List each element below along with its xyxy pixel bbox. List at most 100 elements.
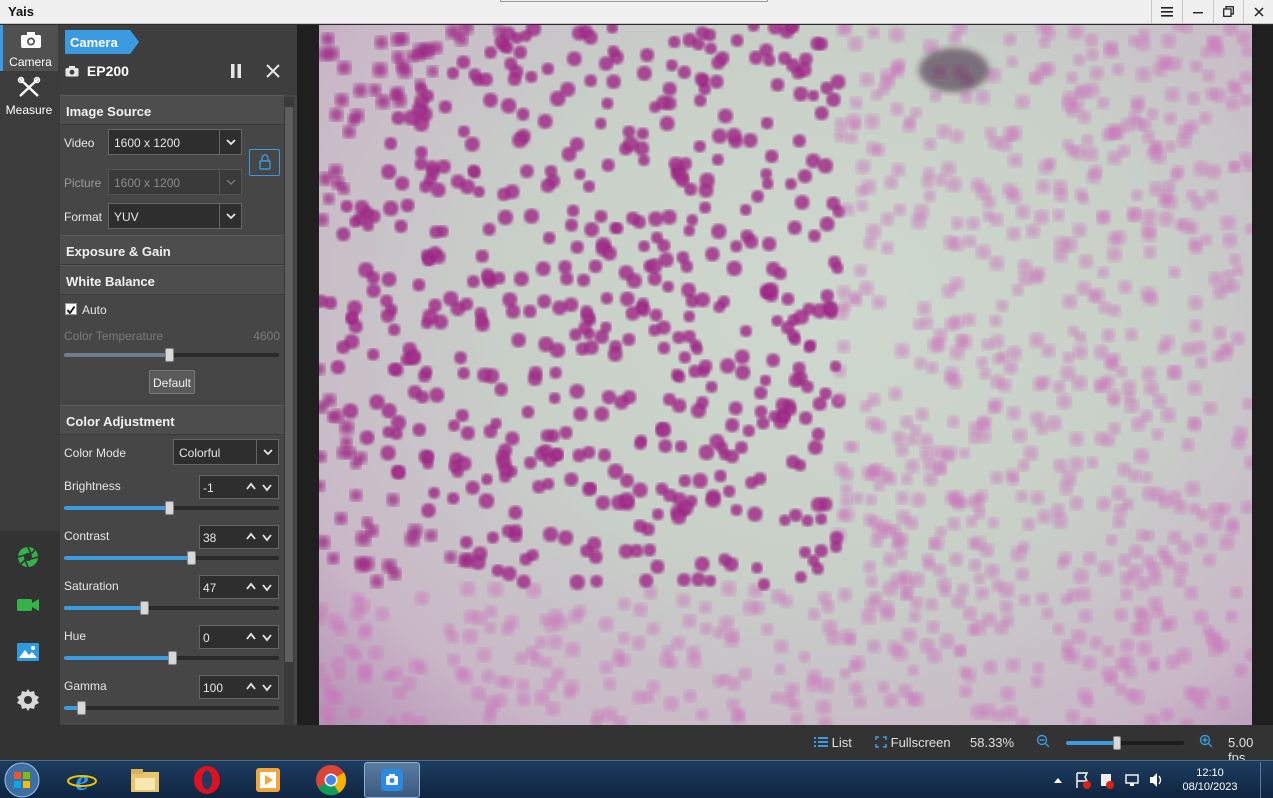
hue-stepper[interactable] (240, 626, 278, 648)
gamma-spinbox[interactable]: 100 (199, 675, 279, 699)
blood-cell (1129, 544, 1144, 559)
saturation-stepper[interactable] (240, 576, 278, 598)
slider-handle[interactable] (168, 651, 177, 665)
resolution-lock-button[interactable] (249, 149, 280, 176)
close-window-button[interactable] (1243, 0, 1273, 23)
blood-cell (521, 405, 535, 419)
section-exposure-gain[interactable]: Exposure & Gain (60, 235, 284, 265)
blood-cell (996, 299, 1009, 312)
blood-cell (543, 527, 559, 542)
blood-cell (494, 382, 508, 397)
blood-cell (735, 441, 748, 454)
fullscreen-button[interactable]: Fullscreen (875, 735, 951, 750)
image-gallery-button[interactable] (16, 640, 40, 664)
color-mode-select[interactable]: Colorful (173, 439, 279, 465)
nav-tab-measure[interactable]: Measure (0, 73, 58, 119)
blood-cell (962, 668, 977, 683)
scrollbar-thumb[interactable] (285, 107, 293, 662)
taskbar-camera-app[interactable] (364, 762, 420, 798)
section-image-source[interactable]: Image Source (60, 95, 284, 125)
taskbar-chrome[interactable] (303, 762, 359, 798)
gamma-stepper[interactable] (240, 676, 278, 698)
brightness-spinbox[interactable]: -1 (199, 475, 279, 499)
default-white-balance-button[interactable]: Default (149, 370, 195, 394)
start-button[interactable] (2, 761, 42, 798)
action-center-flag-icon[interactable] (1074, 761, 1092, 798)
blood-cell (1030, 675, 1044, 688)
hue-spinbox[interactable]: 0 (199, 625, 279, 649)
blood-cell (711, 56, 725, 70)
blood-cell (536, 261, 551, 276)
contrast-stepper[interactable] (240, 526, 278, 548)
brightness-stepper[interactable] (240, 476, 278, 498)
zoom-percentage: 58.33% (970, 735, 1015, 750)
blood-cell (766, 261, 781, 276)
blood-cell (849, 681, 863, 696)
blood-cell (1191, 196, 1206, 211)
taskbar-media-player[interactable] (240, 762, 296, 798)
blood-cell (1081, 134, 1094, 146)
contrast-spinbox[interactable]: 38 (199, 525, 279, 549)
blood-cell (1036, 179, 1051, 194)
zoom-out-button[interactable] (1036, 734, 1050, 751)
taskbar-ie[interactable]: e (54, 762, 110, 798)
blood-cell (514, 271, 529, 287)
aperture-button[interactable] (16, 545, 40, 569)
close-camera-button[interactable] (265, 63, 281, 82)
taskbar-opera[interactable] (179, 762, 235, 798)
live-camera-preview[interactable] (319, 25, 1252, 725)
list-button[interactable]: List (814, 735, 852, 750)
zoom-in-button[interactable] (1199, 734, 1213, 751)
record-video-button[interactable] (16, 593, 40, 617)
panel-scrollbar[interactable] (284, 97, 294, 725)
video-icon (17, 599, 39, 611)
blood-cell (549, 342, 565, 358)
blood-cell (603, 677, 616, 691)
saturation-spinbox[interactable]: 47 (199, 575, 279, 599)
contrast-slider[interactable] (64, 551, 279, 565)
format-select[interactable]: YUV (108, 203, 242, 229)
auto-white-balance-checkbox[interactable] (65, 303, 77, 315)
blood-cell (988, 136, 1002, 150)
section-color-adjustment[interactable]: Color Adjustment (60, 405, 284, 435)
blood-cell (672, 331, 685, 344)
taskbar-clock[interactable]: 12:10 08/10/2023 (1178, 766, 1242, 794)
section-white-balance[interactable]: White Balance (60, 265, 284, 295)
nav-tab-camera[interactable]: Camera (0, 25, 58, 71)
zoom-out-icon (1036, 734, 1050, 748)
volume-icon[interactable] (1147, 761, 1165, 798)
hue-slider[interactable] (64, 651, 279, 665)
zoom-slider[interactable] (1066, 736, 1184, 750)
gamma-slider[interactable] (64, 701, 279, 715)
restore-button[interactable] (1213, 0, 1243, 23)
color-temperature-slider[interactable] (64, 348, 279, 362)
breadcrumb[interactable]: Camera (65, 30, 139, 54)
slider-handle[interactable] (165, 501, 174, 515)
brightness-slider[interactable] (64, 501, 279, 515)
slider-handle[interactable] (165, 348, 174, 362)
minimize-button[interactable] (1182, 0, 1212, 23)
saturation-slider[interactable] (64, 601, 279, 615)
slider-handle[interactable] (77, 701, 86, 715)
blood-cell (666, 59, 678, 72)
blood-cell (1131, 417, 1146, 432)
show-desktop-button[interactable] (1260, 762, 1273, 798)
slider-handle[interactable] (140, 601, 149, 615)
pause-button[interactable] (229, 63, 243, 82)
blood-cell (320, 703, 336, 719)
blood-cell (663, 393, 676, 406)
blood-cell (1076, 281, 1092, 296)
blood-cell (1114, 608, 1128, 622)
chevron-down-icon (262, 584, 272, 592)
show-hidden-icons-icon[interactable] (1052, 761, 1064, 798)
video-resolution-select[interactable]: 1600 x 1200 (108, 129, 242, 155)
slider-handle[interactable] (187, 551, 196, 565)
blood-cell (721, 581, 737, 596)
settings-button[interactable] (16, 688, 40, 712)
zoom-slider-handle[interactable] (1113, 736, 1121, 750)
safely-remove-hardware-icon[interactable] (1098, 761, 1116, 798)
taskbar-explorer[interactable] (117, 762, 173, 798)
network-icon[interactable] (1123, 761, 1141, 798)
blood-cell (1221, 342, 1234, 355)
menu-button[interactable] (1151, 0, 1181, 23)
